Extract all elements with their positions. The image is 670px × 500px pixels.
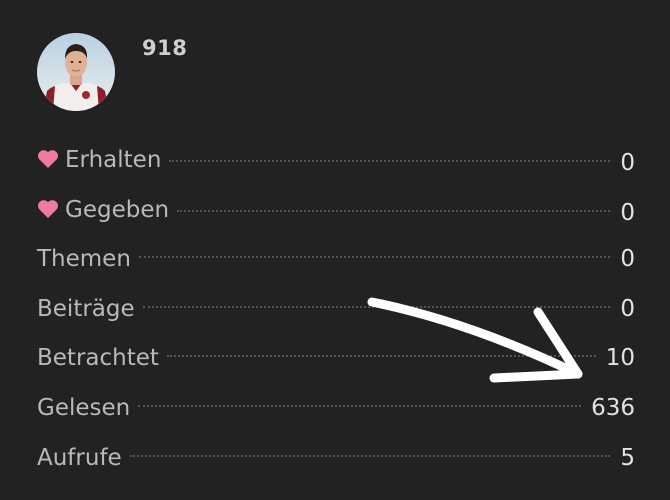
avatar-image xyxy=(37,33,115,111)
stat-value: 5 xyxy=(620,444,635,471)
dotted-leader xyxy=(138,256,611,259)
heart-icon xyxy=(37,149,59,169)
dotted-leader xyxy=(169,160,611,162)
stat-label-wrapper: Erhalten xyxy=(37,137,161,183)
stat-row-viewed: Betrachtet 10 xyxy=(37,335,635,385)
stat-row-read: Gelesen 636 xyxy=(37,385,635,435)
dotted-leader xyxy=(138,404,582,407)
stat-row-visits: Aufrufe 5 xyxy=(37,435,635,485)
stat-row-given-likes: Gegeben 0 xyxy=(37,187,635,237)
username[interactable]: 918 xyxy=(142,36,187,60)
stat-row-topics: Themen 0 xyxy=(37,236,635,286)
stat-label: Aufrufe xyxy=(37,444,122,471)
stat-label: Gegeben xyxy=(65,196,170,223)
stat-label: Themen xyxy=(37,246,131,273)
stat-value: 0 xyxy=(620,199,635,226)
dotted-leader xyxy=(177,209,611,212)
user-stats-list: Erhalten 0 Gegeben 0 Themen 0 Beiträge 0… xyxy=(37,137,635,484)
stat-label-wrapper: Gegeben xyxy=(37,187,169,233)
stat-label: Erhalten xyxy=(65,147,162,173)
stat-label: Beiträge xyxy=(37,295,135,322)
stat-row-posts: Beiträge 0 xyxy=(37,286,635,336)
stat-label: Betrachtet xyxy=(37,345,159,372)
stat-value: 0 xyxy=(620,150,635,176)
stat-value: 10 xyxy=(605,345,635,372)
stat-value: 0 xyxy=(620,246,635,273)
dotted-leader xyxy=(142,305,611,308)
avatar[interactable] xyxy=(37,33,115,111)
stat-row-received-likes: Erhalten 0 xyxy=(37,137,635,187)
stat-label: Gelesen xyxy=(37,394,131,421)
user-profile-header: 918 xyxy=(37,33,667,113)
dotted-leader xyxy=(166,355,596,358)
stat-value: 636 xyxy=(591,394,635,421)
stat-value: 0 xyxy=(620,295,635,322)
heart-icon xyxy=(37,199,59,219)
dotted-leader xyxy=(129,454,611,457)
